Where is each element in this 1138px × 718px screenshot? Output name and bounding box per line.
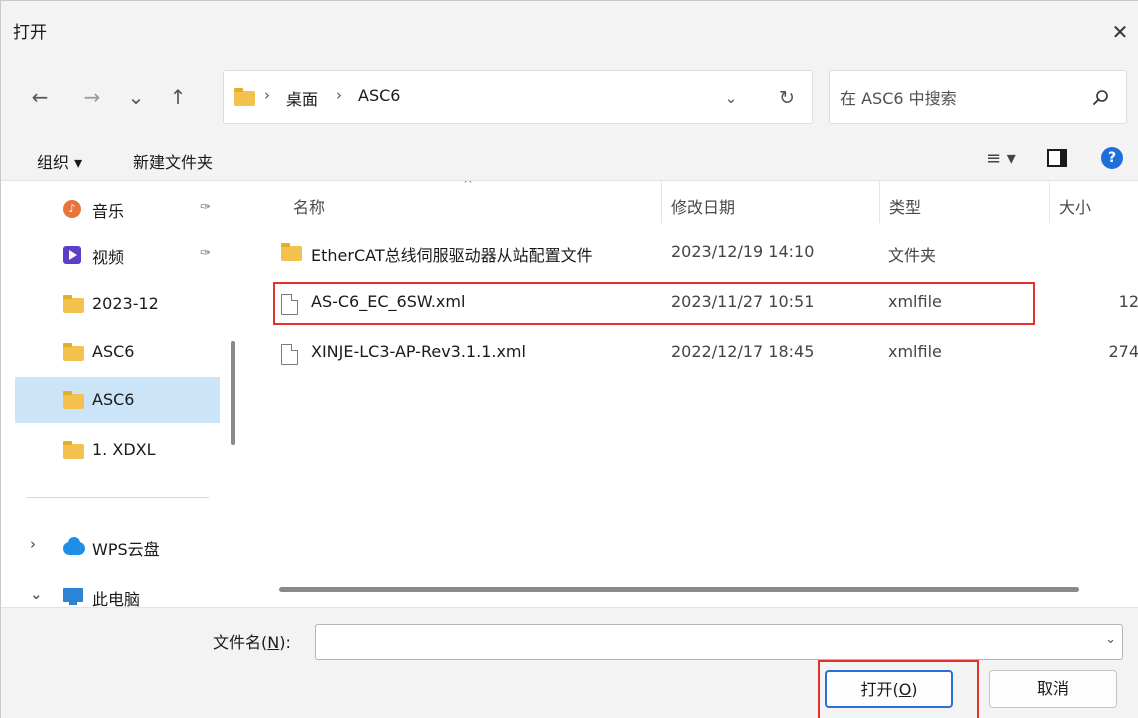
folder-icon xyxy=(63,391,84,409)
cloud-icon xyxy=(63,537,85,555)
back-button[interactable]: ← xyxy=(23,79,57,115)
address-dropdown-icon[interactable]: ⌄ xyxy=(716,85,746,111)
filename-combobox[interactable]: ⌄ xyxy=(315,624,1123,660)
sidebar-item-label: 1. XDXL xyxy=(92,440,156,459)
help-icon[interactable]: ? xyxy=(1101,147,1123,169)
column-divider[interactable] xyxy=(1049,181,1050,223)
file-row[interactable]: EtherCAT总线伺服驱动器从站配置文件 2023/12/19 14:10 文… xyxy=(271,233,1138,273)
sidebar-item-asc6[interactable]: ASC6 xyxy=(15,329,220,375)
column-divider[interactable] xyxy=(879,181,880,223)
breadcrumb-desktop[interactable]: 桌面 xyxy=(286,86,318,110)
cancel-button[interactable]: 取消 xyxy=(989,670,1117,708)
breadcrumb-separator-icon: › xyxy=(336,86,342,104)
preview-pane-icon[interactable] xyxy=(1047,149,1067,167)
sidebar-item-music[interactable]: ♪ 音乐 ✑ xyxy=(15,185,220,231)
pin-icon: ✑ xyxy=(200,246,211,261)
sidebar-scrollbar[interactable] xyxy=(231,341,235,445)
sidebar-item-xdxl[interactable]: 1. XDXL xyxy=(15,427,220,473)
view-menu-icon[interactable]: ≡ ▾ xyxy=(986,145,1026,173)
file-name: XINJE-LC3-AP-Rev3.1.1.xml xyxy=(311,342,526,361)
dialog-title: 打开 xyxy=(13,23,47,43)
up-button[interactable]: ↑ xyxy=(161,79,195,115)
pin-icon: ✑ xyxy=(200,200,211,215)
filename-input[interactable] xyxy=(322,631,1082,653)
sidebar-item-asc6-selected[interactable]: ASC6 xyxy=(15,377,220,423)
navigation-pane: ♪ 音乐 ✑ 视频 ✑ 2023-12 ASC6 ASC6 1. XDXL › xyxy=(1,181,243,607)
forward-button[interactable]: → xyxy=(75,79,109,115)
open-file-dialog: 打开 ✕ ← → ⌄ ↑ › 桌面 › ASC6 ⌄ ↻ 组织 ▾ 新建文件夹 … xyxy=(0,0,1138,718)
folder-icon xyxy=(63,441,84,459)
file-size: 12 xyxy=(1118,292,1138,311)
file-date: 2022/12/17 18:45 xyxy=(671,342,815,361)
open-button[interactable]: 打开(O) xyxy=(825,670,953,708)
file-icon xyxy=(281,344,298,365)
sidebar-item-label: ASC6 xyxy=(92,342,135,361)
music-icon: ♪ xyxy=(63,200,81,218)
sidebar-item-this-pc[interactable]: ⌄ 此电脑 xyxy=(15,573,220,607)
file-type: xmlfile xyxy=(888,342,942,361)
column-divider[interactable] xyxy=(661,181,662,223)
search-icon[interactable] xyxy=(1092,89,1110,107)
close-button[interactable]: ✕ xyxy=(1101,13,1138,51)
sidebar-item-2023-12[interactable]: 2023-12 xyxy=(15,281,220,327)
file-list: 名称 ^ 修改日期 类型 大小 EtherCAT总线伺服驱动器从站配置文件 20… xyxy=(243,181,1138,607)
new-folder-button[interactable]: 新建文件夹 xyxy=(133,149,213,173)
sidebar-item-label: WPS云盘 xyxy=(92,540,160,559)
breadcrumb-separator-icon: › xyxy=(264,86,270,104)
sidebar-item-label: 音乐 xyxy=(92,202,125,221)
sidebar-item-label: 视频 xyxy=(92,248,125,267)
video-icon xyxy=(63,246,81,264)
file-name: EtherCAT总线伺服驱动器从站配置文件 xyxy=(311,246,593,265)
highlight-annotation xyxy=(273,282,1035,325)
file-type: 文件夹 xyxy=(888,246,937,265)
folder-icon xyxy=(63,295,84,313)
navigation-bar: ← → ⌄ ↑ › 桌面 › ASC6 ⌄ ↻ xyxy=(1,59,1138,137)
refresh-icon[interactable]: ↻ xyxy=(772,84,802,112)
chevron-right-icon[interactable]: › xyxy=(30,535,36,553)
column-header-type[interactable]: 类型 xyxy=(889,194,921,218)
filename-label: 文件名(N): xyxy=(213,633,291,652)
column-header-date[interactable]: 修改日期 xyxy=(671,194,735,218)
sidebar-item-label: 此电脑 xyxy=(92,590,141,607)
sidebar-item-label: ASC6 xyxy=(92,390,135,409)
sidebar-item-wps-cloud[interactable]: › WPS云盘 xyxy=(15,523,220,569)
organize-menu[interactable]: 组织 ▾ xyxy=(37,149,82,173)
address-bar[interactable]: › 桌面 › ASC6 ⌄ ↻ xyxy=(223,70,813,124)
breadcrumb-asc6[interactable]: ASC6 xyxy=(358,86,400,105)
search-box[interactable] xyxy=(829,70,1127,124)
column-header-size[interactable]: 大小 xyxy=(1059,194,1091,218)
file-size: 274 xyxy=(1108,342,1138,361)
sidebar-item-label: 2023-12 xyxy=(92,294,159,313)
dialog-footer: 文件名(N): ⌄ 打开(O) 取消 xyxy=(1,607,1138,718)
recent-locations-button[interactable]: ⌄ xyxy=(119,79,153,115)
file-row[interactable]: XINJE-LC3-AP-Rev3.1.1.xml 2022/12/17 18:… xyxy=(271,333,1138,373)
search-input[interactable] xyxy=(840,85,1080,111)
column-header-name[interactable]: 名称 xyxy=(293,194,325,218)
command-bar: 组织 ▾ 新建文件夹 ≡ ▾ ? xyxy=(1,137,1138,181)
folder-icon xyxy=(63,343,84,361)
sidebar-divider xyxy=(26,497,209,498)
folder-icon xyxy=(281,243,302,261)
chevron-down-icon[interactable]: ⌄ xyxy=(1105,632,1116,647)
computer-icon xyxy=(63,588,83,605)
horizontal-scrollbar[interactable] xyxy=(279,587,1079,592)
file-date: 2023/12/19 14:10 xyxy=(671,242,815,261)
sidebar-item-videos[interactable]: 视频 ✑ xyxy=(15,231,220,277)
folder-icon xyxy=(234,88,255,106)
title-bar: 打开 ✕ xyxy=(1,1,1138,59)
sort-ascending-icon: ^ xyxy=(463,181,474,191)
chevron-down-icon[interactable]: ⌄ xyxy=(30,585,43,603)
